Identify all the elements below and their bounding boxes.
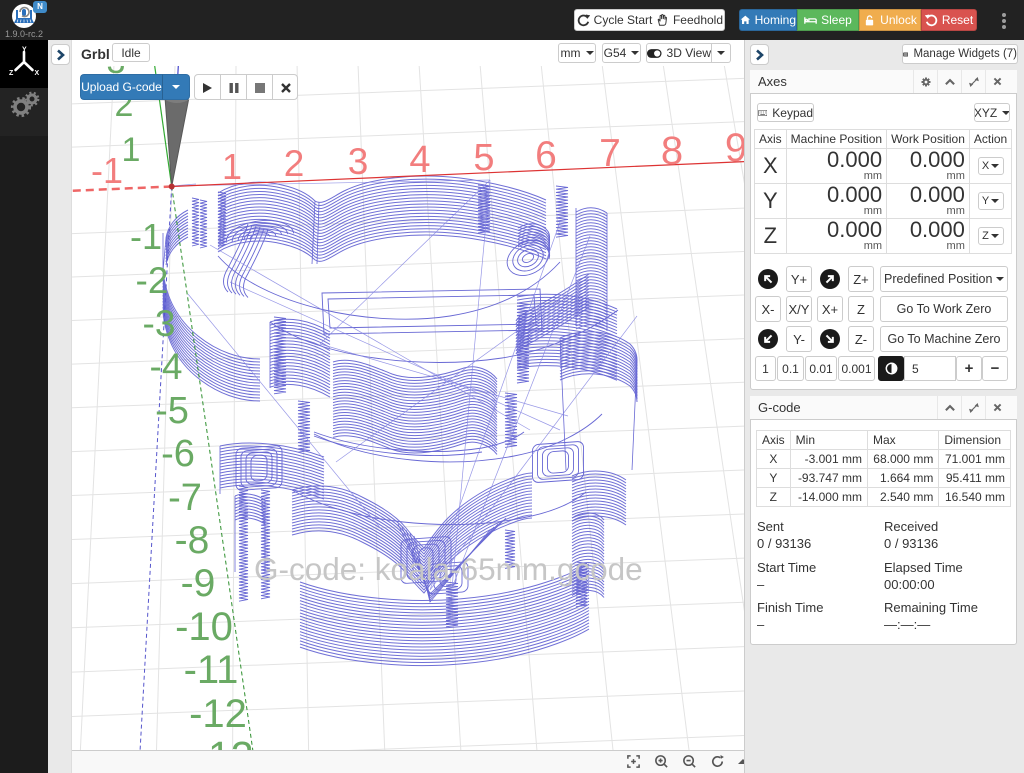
svg-text:-13: -13 — [194, 733, 253, 750]
svg-text:3: 3 — [348, 141, 369, 182]
svg-text:-7: -7 — [168, 477, 202, 519]
svg-text:Z: Z — [9, 70, 14, 77]
svg-text:-1: -1 — [130, 216, 162, 257]
svg-text:7: 7 — [599, 132, 621, 175]
svg-text:G-code: koala-65mm.gcode: G-code: koala-65mm.gcode — [254, 551, 643, 587]
svg-text:1: 1 — [122, 131, 141, 169]
svg-text:-4: -4 — [150, 346, 183, 387]
svg-text:X: X — [35, 70, 40, 77]
svg-text:-2: -2 — [136, 260, 169, 301]
svg-text:2: 2 — [284, 143, 305, 184]
svg-text:4: 4 — [409, 139, 430, 181]
svg-text:-5: -5 — [155, 390, 189, 432]
svg-text:8: 8 — [661, 129, 683, 173]
svg-text:-3: -3 — [143, 303, 176, 344]
svg-text:-10: -10 — [175, 605, 233, 649]
svg-text:9: 9 — [725, 126, 744, 170]
svg-text:-11: -11 — [184, 648, 239, 692]
svg-text:Y: Y — [22, 47, 27, 54]
svg-text:-6: -6 — [161, 433, 195, 475]
svg-text:-8: -8 — [175, 519, 210, 562]
svg-text:5: 5 — [473, 137, 494, 179]
svg-text:-12: -12 — [189, 692, 247, 736]
svg-text:-1: -1 — [91, 150, 123, 191]
svg-text:-9: -9 — [181, 562, 216, 605]
svg-text:6: 6 — [535, 134, 557, 177]
svg-text:1: 1 — [222, 146, 242, 187]
